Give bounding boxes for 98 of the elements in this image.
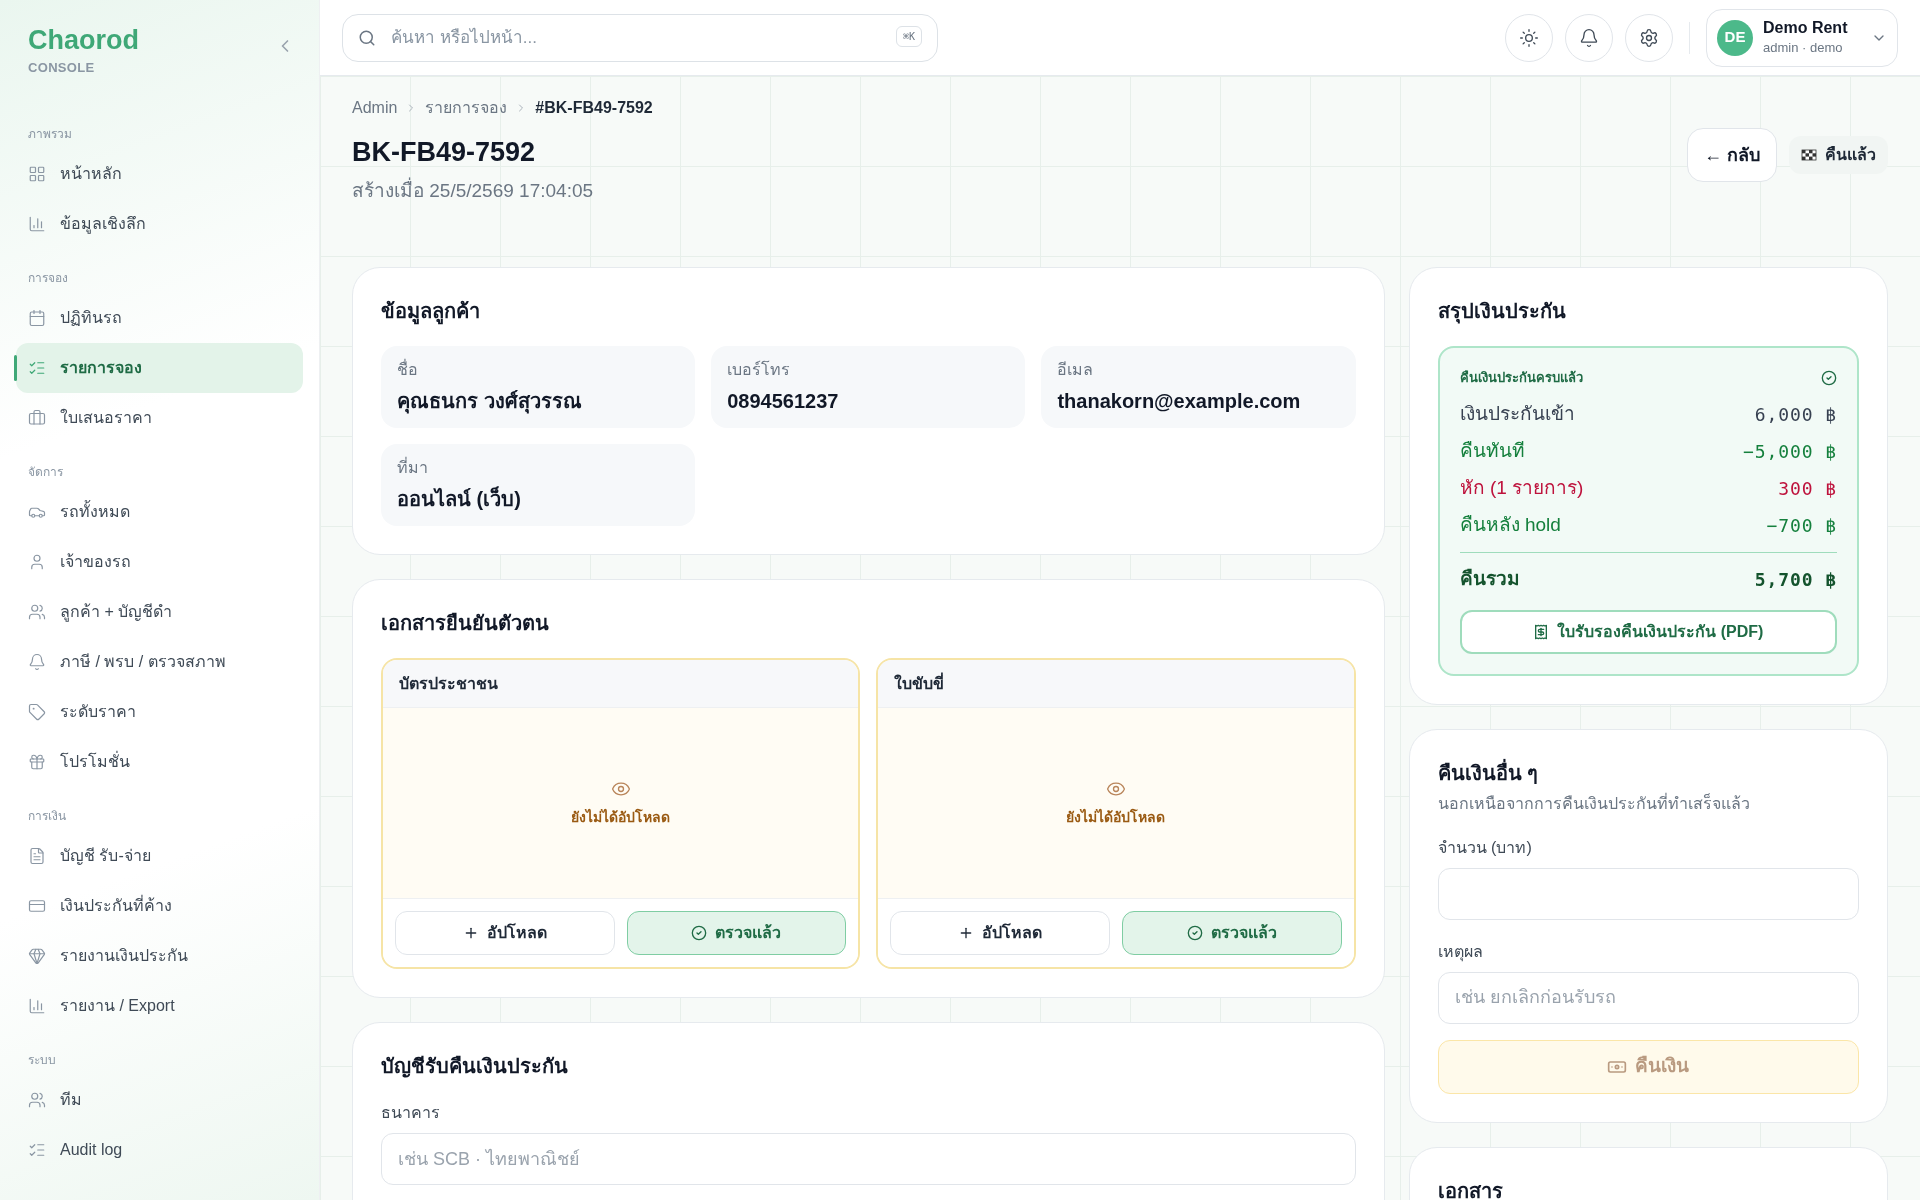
document-icon: [28, 847, 46, 866]
user-role: admin · demo: [1763, 38, 1843, 57]
field-value: ออนไลน์ (เว็บ): [397, 485, 522, 512]
section-label: ระบบ: [27, 1052, 57, 1070]
card-title: คืนเงินอื่น ๆ: [1437, 758, 1540, 786]
nav-item[interactable]: เจ้าของรถ: [16, 537, 303, 588]
summary-label: เงินประกันเข้า: [1459, 401, 1575, 426]
summary-label: หัก (1 รายการ): [1459, 475, 1584, 500]
nav-item[interactable]: ลูกค้า + บัญชีดำ: [16, 587, 303, 638]
nav-item[interactable]: ระดับราคา: [16, 687, 303, 738]
nav-item[interactable]: บัญชี รับ-จ่าย: [16, 831, 303, 882]
gift-icon: [28, 753, 46, 772]
summary-amount: 6,000 ฿: [1754, 402, 1837, 427]
summary-amount: 5,700 ฿: [1754, 567, 1837, 592]
user-avatar: DE: [1717, 19, 1753, 56]
field-label: ที่มา: [397, 456, 429, 478]
nav-item[interactable]: ภาษี / พรบ / ตรวจสภาพ: [16, 637, 303, 688]
nav-item[interactable]: รถทั้งหมด: [16, 487, 303, 538]
nav-item[interactable]: รายการจอง: [16, 343, 303, 394]
field-value: thanakorn@example.com: [1057, 389, 1302, 414]
users-icon: [28, 603, 46, 622]
summary-amount: −700 ฿: [1766, 513, 1837, 538]
field-label: อีเมล: [1057, 360, 1095, 380]
nav-item[interactable]: ทีม: [16, 1075, 303, 1126]
breadcrumb-item[interactable]: รายการจอง: [425, 96, 508, 120]
document-title: บัตรประชาชน: [399, 673, 498, 694]
section-label: การเงิน: [27, 808, 67, 826]
bar-chart-icon: [28, 997, 46, 1016]
users-icon: [28, 1091, 46, 1110]
back-button[interactable]: ← กลับ: [1687, 128, 1777, 182]
verify-button[interactable]: ตรวจแล้ว: [626, 911, 847, 955]
nav-item[interactable]: ใบเสนอราคา: [16, 393, 303, 444]
summary-amount: 300 ฿: [1778, 476, 1837, 501]
field-value: คุณธนกร วงศ์สุวรรณ: [397, 389, 583, 416]
field-label: เหตุผล: [1437, 941, 1484, 964]
summary-label: คืนทันที: [1459, 438, 1525, 463]
card-title: ข้อมูลลูกค้า: [381, 296, 1356, 326]
summary-status: คืนเงินประกันครบแล้ว: [1459, 369, 1583, 387]
user-menu[interactable]: DE Demo Rent admin · demo: [1706, 8, 1898, 67]
section-label: จัดการ: [27, 464, 64, 482]
check-circle-icon: [1821, 369, 1837, 386]
nav-item[interactable]: ปฏิทินรถ: [16, 293, 303, 344]
search-icon: [358, 28, 376, 47]
card-title: เอกสารยืนยันตัวตน: [381, 611, 550, 636]
field-label: เบอร์โทร: [727, 359, 792, 380]
checkered-flag-icon: [1801, 147, 1817, 163]
document-title: ใบขับขี่: [894, 671, 945, 694]
briefcase-icon: [28, 409, 46, 428]
nav-item[interactable]: เงินประกันที่ค้าง: [16, 881, 303, 932]
nav-item[interactable]: รายงาน / Export: [16, 981, 303, 1032]
field-value: 0894561237: [727, 389, 840, 414]
upload-button[interactable]: อัปโหลด: [890, 911, 1110, 955]
shortcut-hint: ⌘K: [895, 25, 922, 47]
brand-subtitle: CONSOLE: [28, 58, 96, 77]
card-title: บัญชีรับคืนเงินประกัน: [381, 1054, 569, 1080]
bell-icon: [1579, 27, 1599, 48]
upload-button[interactable]: อัปโหลด: [395, 911, 615, 955]
receipt-icon: [1533, 623, 1550, 640]
field-label: ชื่อ: [397, 358, 419, 380]
upload-status: ยังไม่ได้อัปโหลด: [1066, 807, 1166, 827]
bar-chart-icon: [28, 215, 46, 234]
summary-amount: −5,000 ฿: [1743, 439, 1837, 464]
breadcrumb-item: #BK-FB49-7592: [535, 98, 653, 118]
bank-field[interactable]: เช่น SCB · ไทยพาณิชย์: [381, 1133, 1356, 1185]
section-label: การจอง: [27, 270, 69, 288]
nav-item[interactable]: Audit log: [16, 1125, 303, 1176]
sun-icon: [1519, 27, 1539, 48]
user-name: Demo Rent: [1763, 17, 1848, 38]
field-label: จำนวน (บาท): [1437, 837, 1533, 858]
upload-status: ยังไม่ได้อัปโหลด: [571, 807, 671, 827]
nav-item[interactable]: โปรโมชั่น: [16, 737, 303, 788]
pdf-button[interactable]: ใบรับรองคืนเงินประกัน (PDF): [1459, 609, 1837, 654]
gem-icon: [28, 947, 46, 966]
summary-label: คืนรวม: [1459, 566, 1520, 591]
section-label: ภาพรวม: [27, 126, 73, 144]
check-circle-icon: [691, 925, 708, 941]
brand-name: Chaorod: [28, 24, 139, 57]
user-icon: [28, 553, 46, 572]
card-title: สรุปเงินประกัน: [1437, 299, 1567, 326]
summary-label: คืนหลัง hold: [1459, 512, 1561, 537]
check-circle-icon: [1186, 925, 1203, 941]
nav-item[interactable]: รายงานเงินประกัน: [16, 931, 303, 982]
tag-icon: [28, 703, 46, 722]
grid-icon: [28, 165, 46, 184]
calendar-icon: [28, 309, 46, 328]
verify-button[interactable]: ตรวจแล้ว: [1121, 911, 1342, 955]
nav-item[interactable]: ข้อมูลเชิงลึก: [16, 199, 303, 250]
amount-field[interactable]: [1437, 867, 1859, 920]
card-title: เอกสาร: [1437, 1178, 1504, 1200]
bell-icon: [28, 653, 46, 672]
settings-icon: [1639, 27, 1659, 48]
breadcrumb-item[interactable]: Admin: [352, 96, 398, 120]
page-title: BK-FB49-7592: [352, 136, 537, 169]
created-date: สร้างเมื่อ 25/5/2569 17:04:05: [352, 176, 595, 203]
field-label: ธนาคาร: [381, 1103, 441, 1123]
card-subtitle: นอกเหนือจากการคืนเงินประกันที่ทำเสร็จแล้ว: [1437, 792, 1751, 814]
status-badge: คืนแล้ว: [1789, 136, 1888, 174]
nav-item[interactable]: หน้าหลัก: [16, 149, 303, 200]
